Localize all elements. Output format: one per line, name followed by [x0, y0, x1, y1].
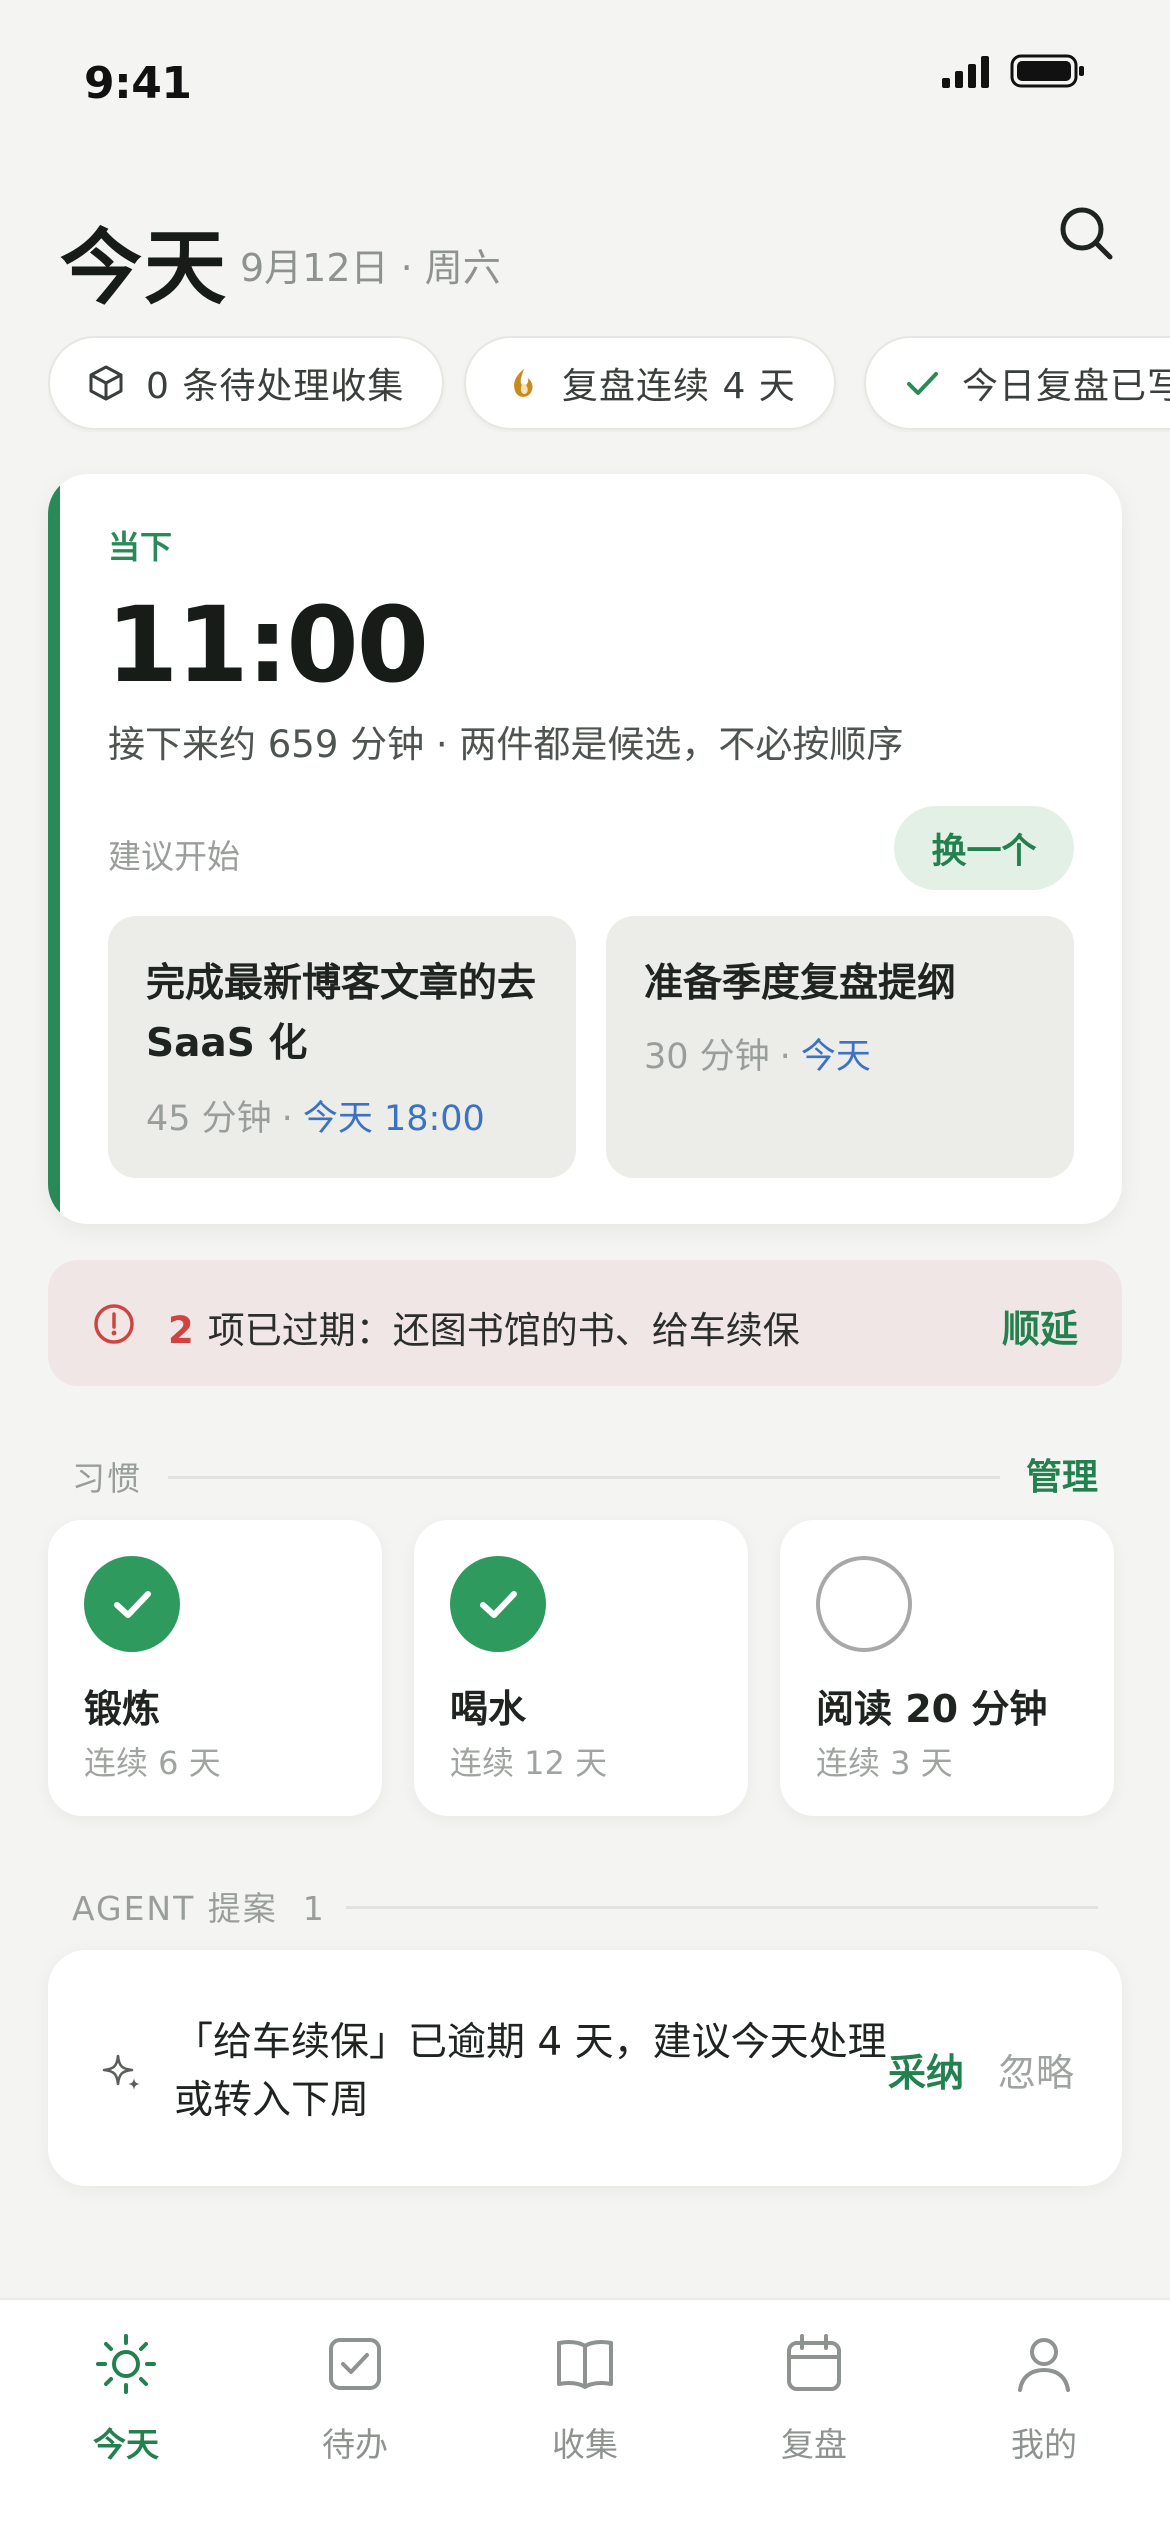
overdue-items: 项已过期：还图书馆的书、给车续保 — [207, 1309, 800, 1352]
section-title: 习惯 — [72, 1452, 162, 1500]
section-divider — [342, 1906, 1098, 1909]
chip-review-done[interactable]: 今日复盘已写 — [864, 336, 1170, 430]
chip-label: 今日复盘已写 — [962, 366, 1170, 407]
now-accent-bar — [48, 474, 60, 1224]
meta-separator: · — [779, 1037, 791, 1077]
tab-review[interactable]: 复盘 — [734, 2330, 894, 2470]
task-due: 今天 — [800, 1037, 871, 1077]
ignore-button[interactable]: 忽略 — [998, 2042, 1074, 2097]
manage-habits-button[interactable]: 管理 — [1026, 1448, 1098, 1500]
tab-me[interactable]: 我的 — [964, 2330, 1124, 2470]
tab-label: 收集 — [552, 2425, 618, 2464]
overdue-banner[interactable]: 2 项已过期：还图书馆的书、给车续保 顺延 — [48, 1260, 1122, 1386]
status-bar: 9:41 — [0, 0, 1170, 150]
alert-icon — [94, 1304, 134, 1344]
task-title: 准备季度复盘提纲 — [644, 961, 957, 1006]
section-title: AGENT 提案 1 — [72, 1882, 346, 1930]
sparkle-icon — [102, 2054, 140, 2090]
proposal-text: 「给车续保」已逾期 4 天，建议今天处理或转入下周 — [174, 2020, 887, 2123]
chip-label: 复盘连续 4 天 — [562, 366, 796, 407]
habit-name: 阅读 20 分钟 — [816, 1687, 1048, 1731]
agent-section-header: AGENT 提案 1 — [72, 1882, 1098, 1932]
habit-name: 喝水 — [450, 1687, 527, 1731]
habit-name: 锻炼 — [84, 1687, 161, 1731]
task-title: 完成最新博客文章的去 SaaS 化 — [146, 961, 537, 1066]
check-icon — [114, 1591, 151, 1618]
page-header: 今天 9月12日 · 周六 — [0, 195, 1170, 316]
page-date: 9月12日 · 周六 — [240, 246, 501, 290]
section-divider — [168, 1476, 1000, 1479]
tab-today[interactable]: 今天 — [46, 2330, 206, 2470]
suggest-label: 建议开始 — [108, 837, 240, 876]
overdue-count: 2 — [168, 1309, 194, 1352]
habit-checkbox[interactable] — [84, 1556, 180, 1652]
now-label: 当下 — [108, 528, 173, 566]
task-card[interactable]: 完成最新博客文章的去 SaaS 化 45 分钟 · 今天 18:00 — [108, 916, 576, 1178]
habit-checkbox[interactable] — [450, 1556, 546, 1652]
task-due: 今天 18:00 — [302, 1099, 485, 1139]
now-description: 接下来约 659 分钟 · 两件都是候选，不必按顺序 — [108, 723, 904, 766]
tab-inbox[interactable]: 收集 — [505, 2330, 665, 2470]
agent-proposal-card: 「给车续保」已逾期 4 天，建议今天处理或转入下周 采纳 忽略 — [48, 1950, 1122, 2186]
meta-separator: · — [281, 1099, 293, 1139]
habits-section-header: 习惯 管理 — [72, 1452, 1098, 1502]
tab-todo[interactable]: 待办 — [275, 2330, 435, 2470]
task-duration: 30 分钟 — [644, 1037, 770, 1077]
tab-label: 待办 — [322, 2425, 388, 2464]
sun-icon — [96, 2334, 156, 2394]
checkbox-icon — [329, 2338, 381, 2390]
postpone-button[interactable]: 顺延 — [1002, 1298, 1078, 1353]
now-card: 当下 11:00 接下来约 659 分钟 · 两件都是候选，不必按顺序 建议开始… — [48, 474, 1122, 1224]
tab-label: 我的 — [1011, 2425, 1077, 2464]
chip-inbox[interactable]: 0 条待处理收集 — [48, 336, 445, 430]
accept-button[interactable]: 采纳 — [888, 2042, 964, 2097]
flame-icon — [514, 369, 533, 397]
tab-bar: 今天 待办 收集 复盘 我的 — [0, 2298, 1170, 2532]
check-icon — [480, 1591, 517, 1618]
task-meta: 30 分钟 · 今天 — [644, 1028, 871, 1079]
task-meta: 45 分钟 · 今天 18:00 — [146, 1090, 485, 1141]
check-icon — [907, 372, 938, 395]
search-icon[interactable] — [1054, 201, 1118, 265]
habit-card[interactable]: 锻炼 连续 6 天 — [48, 1520, 382, 1816]
battery-icon — [1010, 54, 1084, 88]
now-time: 11:00 — [106, 584, 429, 706]
habit-streak: 连续 6 天 — [84, 1744, 221, 1782]
summary-chips: 0 条待处理收集 复盘连续 4 天 今日复盘已写 — [48, 336, 1170, 432]
habit-streak: 连续 12 天 — [450, 1744, 608, 1782]
person-icon — [1018, 2338, 1070, 2392]
chip-review-streak[interactable]: 复盘连续 4 天 — [464, 336, 836, 430]
task-card[interactable]: 准备季度复盘提纲 30 分钟 · 今天 — [606, 916, 1074, 1178]
tab-label: 今天 — [93, 2425, 159, 2464]
task-duration: 45 分钟 — [146, 1099, 272, 1139]
swap-button[interactable]: 换一个 — [894, 806, 1074, 890]
signal-icon — [942, 56, 989, 88]
habit-streak: 连续 3 天 — [816, 1744, 953, 1782]
habit-card[interactable]: 喝水 连续 12 天 — [414, 1520, 748, 1816]
page-title: 今天 — [60, 221, 229, 316]
habit-card[interactable]: 阅读 20 分钟 连续 3 天 — [780, 1520, 1114, 1816]
chip-label: 0 条待处理收集 — [146, 366, 405, 407]
status-time: 9:41 — [84, 58, 192, 109]
tab-label: 复盘 — [781, 2425, 847, 2464]
overdue-text: 2 项已过期：还图书馆的书、给车续保 — [168, 1300, 800, 1354]
calendar-icon — [787, 2334, 841, 2391]
box-icon — [89, 365, 123, 401]
habit-checkbox[interactable] — [816, 1556, 912, 1652]
book-icon — [557, 2340, 613, 2389]
